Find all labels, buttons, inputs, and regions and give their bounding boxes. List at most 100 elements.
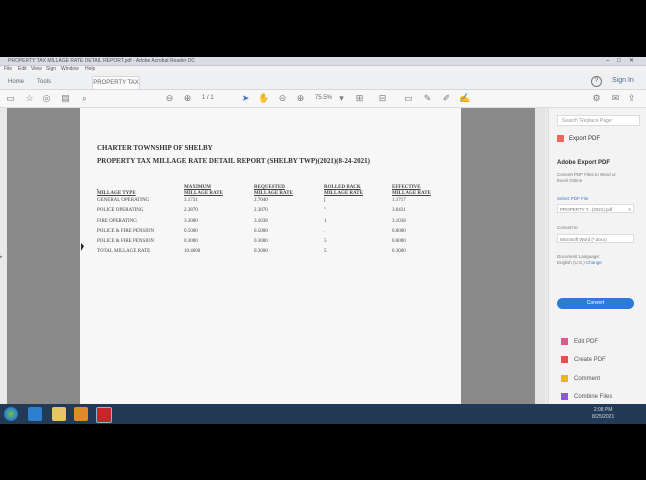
screen: PROPERTY TAX MILLAGE RATE DETAIL REPORT.…	[0, 57, 646, 424]
tool-edit-pdf[interactable]: Edit PDF	[561, 338, 598, 345]
comment-icon[interactable]: ▭	[403, 93, 414, 104]
table-cell: 0.5000	[254, 228, 268, 234]
bookmark-star-icon[interactable]: ☆	[24, 93, 35, 104]
start-button-icon[interactable]	[4, 407, 18, 421]
media-player-icon[interactable]	[74, 407, 88, 421]
page-current-input[interactable]: 1	[202, 95, 205, 101]
table-cell: 2.7040	[254, 198, 268, 203]
menu-view[interactable]: View	[31, 66, 42, 73]
page-view-icon[interactable]: ⊟	[377, 93, 388, 104]
menu-file[interactable]: File	[4, 66, 12, 73]
acrobat-reader-icon[interactable]	[96, 407, 112, 423]
page-total: / 1	[207, 95, 214, 101]
table-cell: 5	[324, 249, 327, 255]
remove-file-icon[interactable]: ×	[628, 205, 631, 214]
sign-in-link[interactable]: Sign In	[612, 77, 634, 84]
export-pdf-header[interactable]: Export PDF	[557, 135, 600, 142]
table-cell: 0.3000	[254, 239, 268, 245]
upload-icon[interactable]: ◎	[41, 93, 52, 104]
tool-create-pdf[interactable]: Create PDF	[561, 356, 606, 363]
draw-icon[interactable]: ✐	[441, 93, 452, 104]
tool-combine-files[interactable]: Combine Files	[561, 393, 612, 400]
window-title: PROPERTY TAX MILLAGE RATE DETAIL REPORT.…	[8, 58, 196, 64]
vertical-scrollbar[interactable]	[535, 108, 545, 404]
menu-sign[interactable]: Sign	[46, 66, 56, 73]
tab-bar: Home Tools PROPERTY TAX MIL... ? Sign In	[0, 73, 646, 98]
hand-tool-icon[interactable]: ✋	[258, 93, 269, 104]
export-pdf-icon	[557, 135, 564, 142]
fill-sign-icon[interactable]: ✍	[459, 93, 470, 104]
select-pdf-label: Select PDF File	[557, 196, 589, 201]
export-description: Convert PDF Files to Word or Excel Onlin…	[557, 172, 616, 183]
table-cell: 10.4600	[184, 249, 201, 255]
menu-edit[interactable]: Edit	[18, 66, 27, 73]
table-cell: FIRE OPERATING	[97, 218, 137, 224]
table-column: MAXIMUM MILLAGE RATE 3.1731 2.3870 3.300…	[184, 185, 254, 258]
table-cell: 3.1731	[184, 198, 198, 203]
table-cell: [	[324, 198, 326, 203]
selected-file-field[interactable]: PROPERTY T...(2021).pdf ×	[557, 204, 634, 213]
system-clock[interactable]: 2:08 PM 8/25/2021	[592, 407, 614, 421]
table-cell: POLICE & FIRE PENSION	[97, 228, 155, 234]
tools-search-input[interactable]: Search 'Replace Page'	[557, 115, 640, 126]
print-icon[interactable]: ▤	[60, 93, 71, 104]
create-pdf-icon	[561, 356, 568, 363]
tool-label: Combine Files	[574, 394, 613, 401]
language-value: English (U.S.)	[557, 260, 585, 265]
table-cell: 3.1038	[254, 218, 268, 224]
mail-icon[interactable]: ✉	[610, 93, 621, 104]
table-cell: GENERAL OPERATING	[97, 198, 150, 203]
left-panel-toggle-icon[interactable]: ▸	[0, 254, 5, 262]
tool-label: Create PDF	[574, 357, 606, 364]
search-icon[interactable]: ⌕	[79, 93, 90, 104]
help-icon[interactable]: ?	[591, 76, 602, 87]
maximize-icon[interactable]: □	[617, 57, 621, 65]
zoom-in-icon[interactable]: ⊕	[295, 93, 306, 104]
fit-page-icon[interactable]: ⊞	[354, 93, 365, 104]
table-cell: 3.1038	[392, 218, 406, 224]
menu-window[interactable]: Window	[61, 66, 79, 73]
minimize-icon[interactable]: –	[606, 57, 609, 65]
toolbar: ▭ ☆ ◎ ▤ ⌕ ⊖ ⊕ 1 / 1 ➤ ✋ ⊝ ⊕ 75.5% ▾ ⊞ ⊟ …	[0, 90, 646, 108]
highlight-pen-icon[interactable]: ✎	[422, 93, 433, 104]
tools-icon[interactable]: ⚙	[591, 93, 602, 104]
select-cursor-icon[interactable]: ➤	[240, 93, 251, 104]
clock-time: 2:08 PM	[593, 407, 613, 413]
tab-tools[interactable]: Tools	[30, 76, 58, 88]
tab-document[interactable]: PROPERTY TAX MIL...	[92, 76, 140, 98]
table-cell: 0.3000	[392, 249, 406, 255]
table-cell: 3.0431	[392, 208, 406, 214]
table-cell: 0.3000	[184, 239, 198, 245]
save-icon[interactable]: ▭	[5, 93, 16, 104]
document-title-1: CHARTER TOWNSHIP OF SHELBY	[97, 144, 213, 152]
edit-pdf-icon	[561, 338, 568, 345]
table-cell: 1.1717	[392, 198, 406, 203]
internet-explorer-icon[interactable]	[28, 407, 42, 421]
document-area[interactable]: CHARTER TOWNSHIP OF SHELBY PROPERTY TAX …	[7, 108, 535, 404]
convert-button[interactable]: Convert	[557, 298, 634, 309]
table-cell: 0.0000	[392, 228, 406, 234]
menu-help[interactable]: Help	[85, 66, 95, 73]
format-select[interactable]: Microsoft Word (*.docx)	[557, 234, 634, 243]
change-language-link[interactable]: Change	[586, 260, 602, 265]
taskbar: 2:08 PM 8/25/2021	[0, 404, 646, 424]
chevron-down-icon[interactable]: ▾	[336, 93, 347, 104]
close-icon[interactable]: ✕	[629, 57, 634, 65]
tab-home[interactable]: Home	[2, 76, 30, 88]
file-explorer-icon[interactable]	[52, 407, 66, 421]
document-language: Document Language: English (U.S.) Change	[557, 254, 627, 266]
convert-to-label: Convert to	[557, 225, 578, 230]
clock-date: 8/25/2021	[592, 414, 615, 420]
menu-bar: File Edit View Sign Window Help	[0, 66, 646, 73]
zoom-level[interactable]: 75.5%	[315, 94, 332, 103]
tool-comment[interactable]: Comment	[561, 375, 600, 382]
table-cell: 3.3000	[184, 218, 198, 224]
mouse-pointer-icon	[81, 243, 84, 251]
table-cell: "	[324, 208, 327, 214]
share-icon[interactable]: ⇪	[626, 93, 637, 104]
previous-page-icon[interactable]: ⊖	[164, 93, 175, 104]
zoom-out-icon[interactable]: ⊝	[277, 93, 288, 104]
table-cell: .	[324, 228, 326, 234]
next-page-icon[interactable]: ⊕	[182, 93, 193, 104]
table-column: ROLLED BACK MILLAGE RATE [ " 1 . 5 5	[324, 185, 394, 258]
